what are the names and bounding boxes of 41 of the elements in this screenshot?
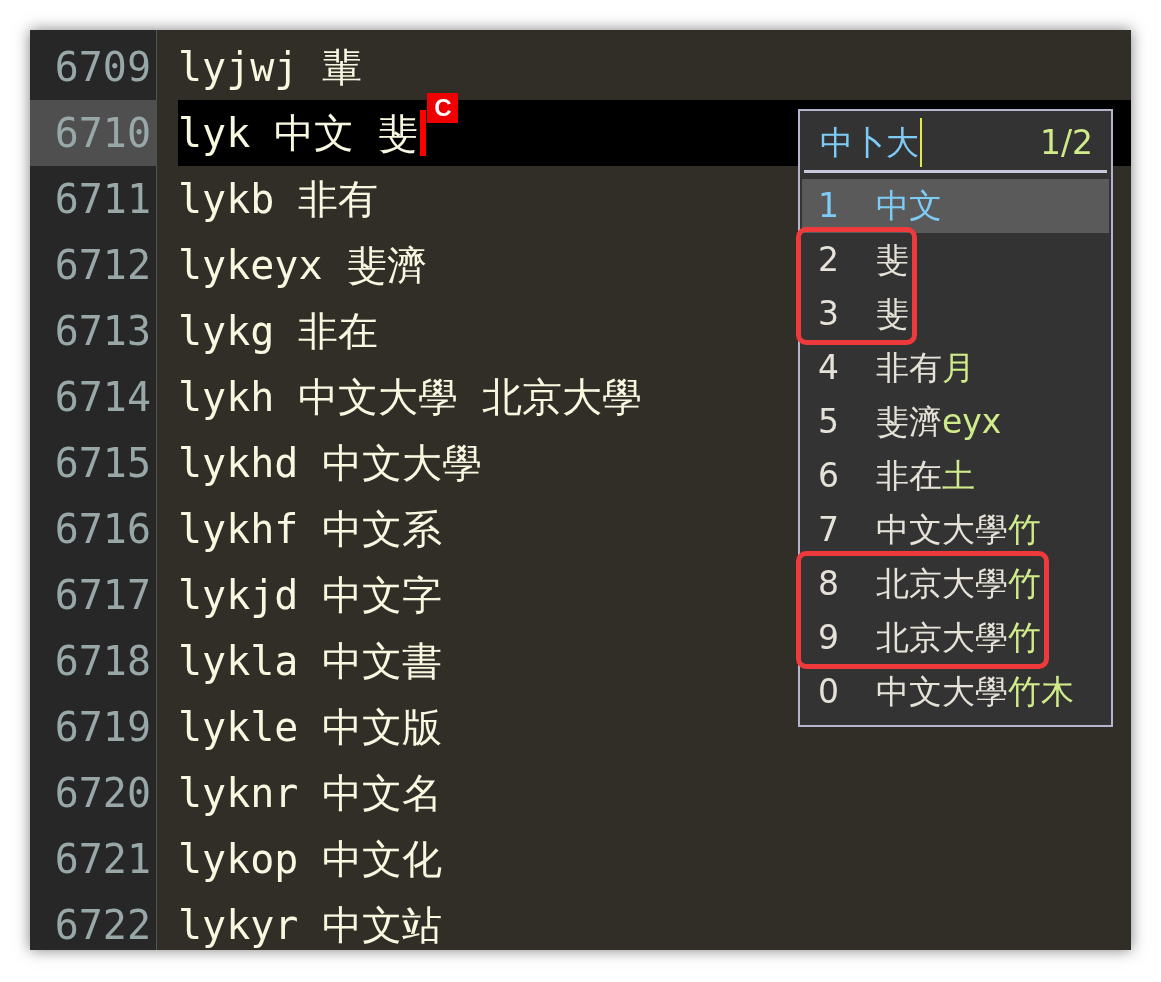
cursor-badge: C <box>427 93 459 123</box>
page-indicator: 1/2 <box>1039 121 1093 164</box>
code-text: lykh 中文大學 北京大學 <box>178 373 643 422</box>
candidate-item[interactable]: 2 斐 <box>802 233 1109 287</box>
line-number: 6712 <box>53 241 152 290</box>
candidate-item[interactable]: 0 中文大學竹木 <box>802 665 1109 719</box>
line-number: 6714 <box>53 373 152 422</box>
candidate-item[interactable]: 4 非有月 <box>802 341 1109 395</box>
code-text: lyjwj 輩 <box>178 43 363 92</box>
code-text: lyknr 中文名 <box>178 769 443 818</box>
code-text: lykjd 中文字 <box>178 571 443 620</box>
composition-text: 中卜大 <box>820 117 922 168</box>
line-number: 6716 <box>53 505 152 554</box>
line-number: 6718 <box>53 637 152 686</box>
line-number: 6721 <box>53 835 152 884</box>
candidate-item[interactable]: 1 中文 <box>802 179 1109 233</box>
code-text: lykop 中文化 <box>178 835 443 884</box>
code-text: lykeyx 斐濟 <box>178 241 427 290</box>
candidate-item[interactable]: 5 斐濟eyx <box>802 395 1109 449</box>
candidate-item[interactable]: 8 北京大學竹 <box>802 557 1109 611</box>
candidate-item[interactable]: 9 北京大學竹 <box>802 611 1109 665</box>
code-text: lykg 非在 <box>178 307 379 356</box>
code-text: lykb 非有 <box>178 175 379 224</box>
candidate-item[interactable]: 3 斐 <box>802 287 1109 341</box>
line-number: 6722 <box>53 901 152 950</box>
line-number: 6719 <box>53 703 152 752</box>
line-number: 6717 <box>53 571 152 620</box>
code-text: lykhf 中文系 <box>178 505 443 554</box>
line-number: 6715 <box>53 439 152 488</box>
code-text: lyk 中文 斐 <box>178 109 419 158</box>
code-text: lykla 中文書 <box>178 637 443 686</box>
line-number: 6713 <box>53 307 152 356</box>
line-number: 6710 <box>30 100 157 166</box>
code-text: lykhd 中文大學 <box>178 439 483 488</box>
line-number: 6720 <box>53 769 152 818</box>
line-number: 6709 <box>53 43 152 92</box>
code-text: lykle 中文版 <box>178 703 443 752</box>
candidate-item[interactable]: 7 中文大學竹 <box>802 503 1109 557</box>
candidate-item[interactable]: 6 非在土 <box>802 449 1109 503</box>
code-text: lykyr 中文站 <box>178 901 443 950</box>
line-number: 6711 <box>53 175 152 224</box>
